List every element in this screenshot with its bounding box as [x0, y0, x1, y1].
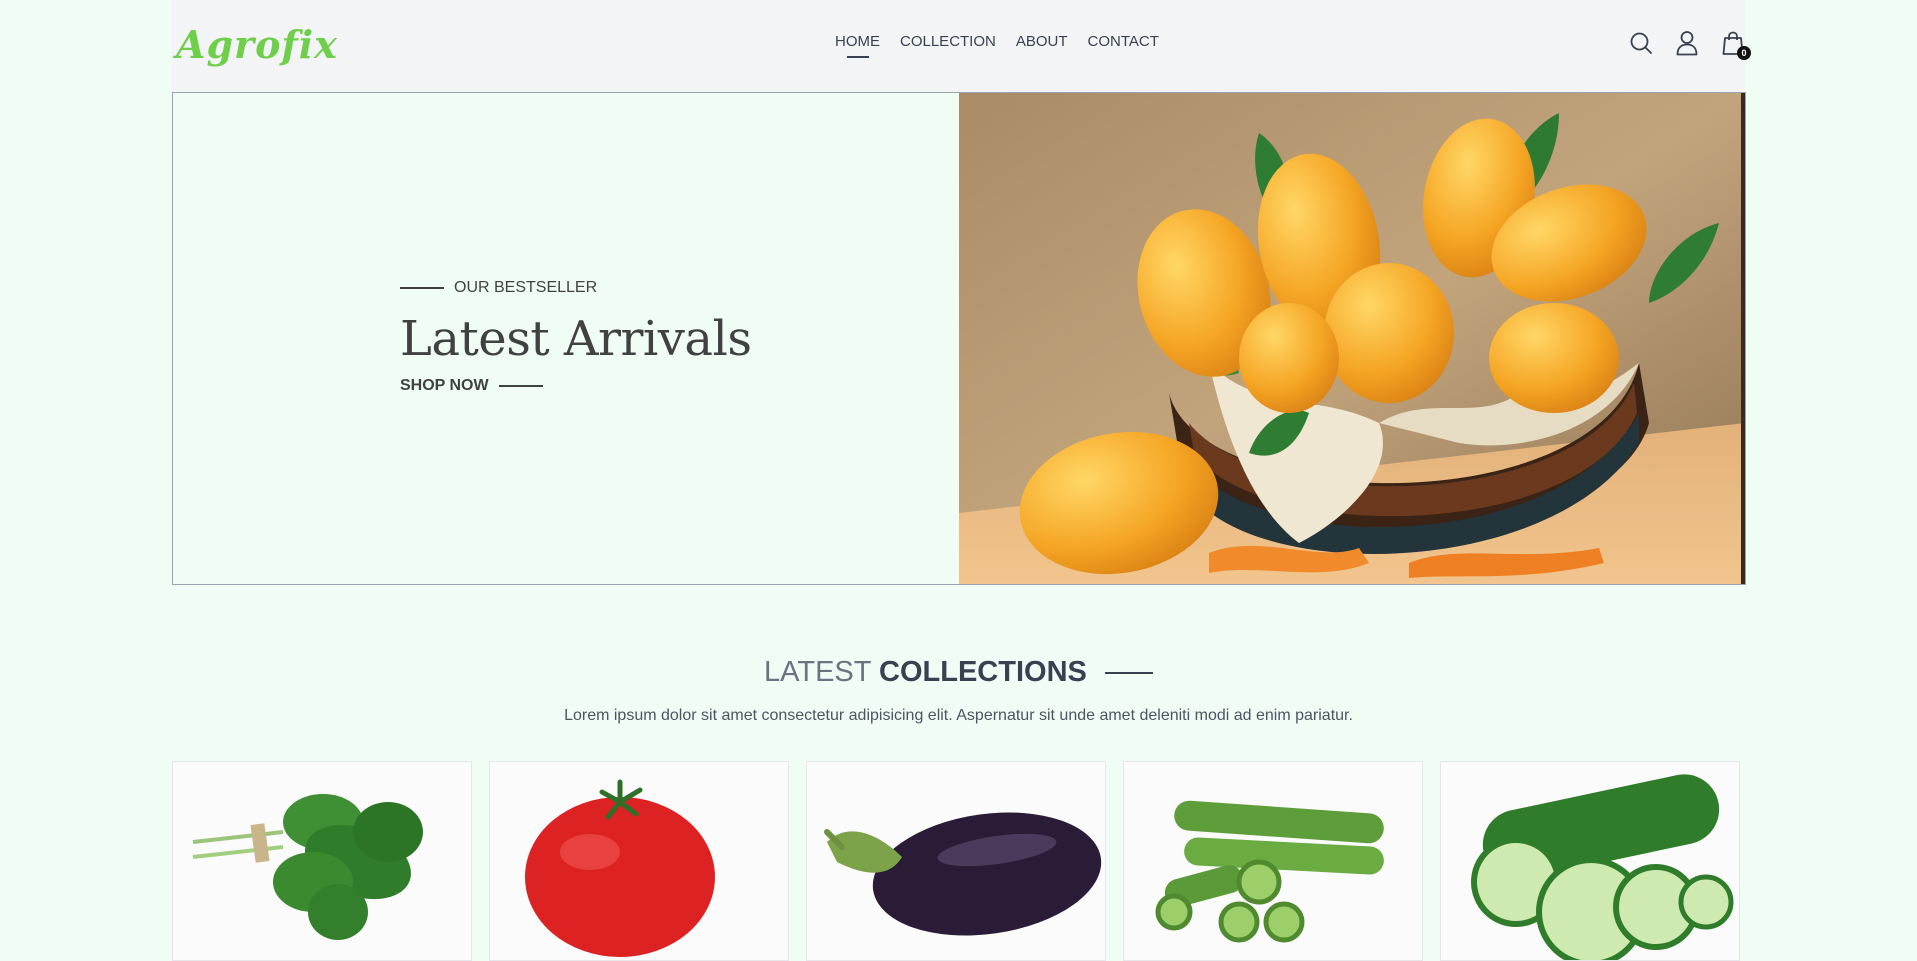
nav-item-home[interactable]: HOME	[835, 33, 880, 50]
hero-kicker: OUR BESTSELLER	[400, 279, 752, 297]
collections-subtitle: Lorem ipsum dolor sit amet consectetur a…	[564, 707, 1353, 724]
cart-count-badge: 0	[1737, 46, 1751, 60]
tomato-image	[490, 762, 788, 960]
hero-title: Latest Arrivals	[400, 311, 752, 367]
nav-item-about[interactable]: ABOUT	[1016, 33, 1068, 50]
shop-now-link[interactable]: SHOP NOW	[400, 377, 752, 395]
mango-basket-image	[959, 93, 1745, 584]
collections-title-bold: COLLECTIONS	[879, 656, 1087, 688]
hero-banner: OUR BESTSELLER Latest Arrivals SHOP NOW	[172, 92, 1746, 585]
collections-title-light: LATEST	[764, 656, 871, 688]
collections-title-line	[1104, 672, 1153, 675]
site-header: Agrofix HOME COLLECTION ABOUT CONTACT 0	[172, 0, 1751, 92]
cucumber-image	[1441, 762, 1739, 960]
shop-now-line	[498, 385, 543, 387]
eggplant-image	[807, 762, 1105, 960]
brand-logo[interactable]: Agrofix	[176, 22, 338, 67]
spinach-image	[173, 762, 471, 960]
product-grid	[172, 761, 1740, 961]
cart-icon[interactable]: 0	[1721, 30, 1751, 60]
nav-item-contact[interactable]: CONTACT	[1088, 33, 1159, 50]
kicker-line	[400, 287, 444, 289]
collections-title: LATEST COLLECTIONS	[0, 656, 1917, 689]
header-icons: 0	[1629, 30, 1751, 60]
hero-text-panel: OUR BESTSELLER Latest Arrivals SHOP NOW	[173, 93, 959, 584]
product-card-okra[interactable]	[1123, 761, 1423, 961]
hero-kicker-text: OUR BESTSELLER	[454, 279, 598, 296]
shop-now-text[interactable]: SHOP NOW	[400, 377, 489, 395]
nav-item-collection[interactable]: COLLECTION	[900, 33, 996, 50]
user-icon[interactable]	[1675, 30, 1699, 56]
okra-image	[1124, 762, 1422, 960]
product-card-cucumber[interactable]	[1440, 761, 1740, 961]
product-card-spinach[interactable]	[172, 761, 472, 961]
product-card-tomato[interactable]	[489, 761, 789, 961]
product-card-eggplant[interactable]	[806, 761, 1106, 961]
search-icon[interactable]	[1629, 30, 1653, 56]
main-nav: HOME COLLECTION ABOUT CONTACT	[835, 33, 1159, 50]
hero-text-block: OUR BESTSELLER Latest Arrivals SHOP NOW	[400, 279, 752, 395]
